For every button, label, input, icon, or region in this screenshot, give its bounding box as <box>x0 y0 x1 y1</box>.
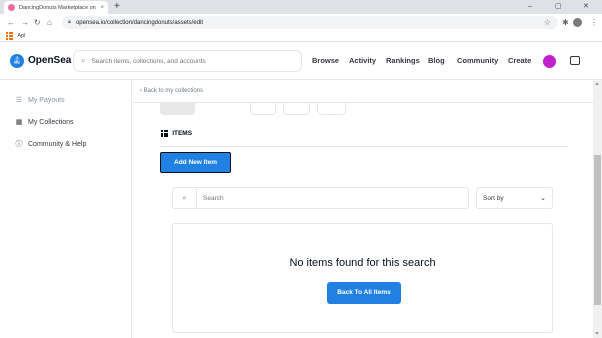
sidebar-item-label: Community & Help <box>28 140 87 148</box>
scroll-down-arrow-icon[interactable] <box>595 332 599 335</box>
sidebar-item-my-payouts[interactable]: ☰ My Payouts <box>15 96 65 105</box>
wallet-icon[interactable] <box>570 56 580 65</box>
info-icon: ⓘ <box>15 141 23 148</box>
nav-browse[interactable]: Browse <box>312 56 339 66</box>
minimize-button[interactable]: – <box>528 1 532 13</box>
search-icon: ⌕ <box>173 188 197 208</box>
maximize-button[interactable]: ▢ <box>555 1 562 13</box>
forward-arrow-icon[interactable]: → <box>21 16 29 29</box>
browser-tab-strip: DancingDonuts Marketplace on × + – ▢ ✕ <box>0 0 602 14</box>
brand-name[interactable]: OpenSea <box>28 54 71 68</box>
back-to-collections-link[interactable]: ‹ Back to my collections <box>140 88 203 94</box>
action-button-partial[interactable] <box>283 103 310 115</box>
reload-icon[interactable]: ↻ <box>34 16 41 29</box>
home-icon[interactable]: ⌂ <box>47 16 52 29</box>
action-button-partial[interactable] <box>250 103 276 115</box>
collection-banner-edge <box>160 103 195 115</box>
new-tab-button[interactable]: + <box>114 1 120 13</box>
divider <box>133 102 593 103</box>
action-button-partial[interactable] <box>317 103 346 115</box>
add-new-item-button[interactable]: Add New Item <box>160 152 231 173</box>
collections-icon: ▦ <box>15 119 23 126</box>
nav-create[interactable]: Create <box>508 56 531 66</box>
sort-label: Sort by <box>483 194 504 202</box>
scroll-up-arrow-icon[interactable] <box>595 82 599 85</box>
back-link-label: Back to my collections <box>143 88 204 94</box>
lock-icon: 🔒︎ <box>68 19 71 25</box>
tab-close-icon[interactable]: × <box>100 5 104 11</box>
items-search-input[interactable] <box>203 194 453 202</box>
sidebar-item-label: My Payouts <box>28 96 65 104</box>
sidebar: ☰ My Payouts ▦ My Collections ⓘ Communit… <box>0 80 132 338</box>
empty-state-panel: No items found for this search Back To A… <box>172 223 553 333</box>
items-label: ITEMS <box>172 130 193 138</box>
address-bar[interactable]: 🔒︎ opensea.io/collection/dancingdonuts/a… <box>62 16 558 29</box>
empty-message: No items found for this search <box>289 257 436 269</box>
sidebar-item-label: My Collections <box>28 118 74 126</box>
page-scrollbar[interactable] <box>593 80 602 338</box>
nav-rankings[interactable]: Rankings <box>386 56 420 66</box>
tab-favicon-icon <box>8 4 15 11</box>
apps-grid-icon <box>6 32 14 40</box>
chevron-down-icon: ⌄ <box>540 195 546 202</box>
items-search[interactable]: ⌕ <box>172 187 469 209</box>
bookmarks-bar: Apl <box>0 31 602 42</box>
sort-by-dropdown[interactable]: Sort by ⌄ <box>476 187 553 209</box>
bookmark-apps[interactable]: Apl <box>17 33 25 39</box>
browser-toolbar: ← → ↻ ⌂ 🔒︎ opensea.io/collection/dancing… <box>0 14 602 31</box>
back-to-all-items-button[interactable]: Back To All Items <box>327 282 401 304</box>
grid-icon <box>161 130 169 138</box>
scroll-thumb[interactable] <box>594 155 601 305</box>
sidebar-item-my-collections[interactable]: ▦ My Collections <box>15 118 74 127</box>
search-icon: ⌕ <box>81 56 86 65</box>
list-icon: ☰ <box>15 97 23 104</box>
main-content: ‹ Back to my collections ITEMS Add New I… <box>133 80 593 338</box>
header-search-input[interactable] <box>91 57 282 65</box>
browser-tab[interactable]: DancingDonuts Marketplace on × <box>4 1 108 14</box>
site-header: ⛵︎ OpenSea ⌕ Browse Activity Rankings Bl… <box>0 43 602 80</box>
user-avatar[interactable] <box>543 55 556 68</box>
nav-blog[interactable]: Blog <box>428 56 445 66</box>
url-text: opensea.io/collection/dancingdonuts/asse… <box>75 19 204 26</box>
nav-activity[interactable]: Activity <box>349 56 376 66</box>
divider <box>160 146 568 147</box>
back-arrow-icon[interactable]: ← <box>7 16 15 29</box>
chrome-menu-icon[interactable]: ⋮ <box>590 17 598 28</box>
close-window-button[interactable]: ✕ <box>583 1 589 13</box>
browser-profile-avatar[interactable] <box>573 18 582 27</box>
tab-title: DancingDonuts Marketplace on <box>19 4 96 11</box>
extensions-icon[interactable]: ✱ <box>562 17 569 28</box>
header-search[interactable]: ⌕ <box>73 50 302 72</box>
sidebar-item-community-help[interactable]: ⓘ Community & Help <box>15 139 87 149</box>
bookmark-star-icon[interactable]: ☆ <box>544 16 551 29</box>
nav-community[interactable]: Community <box>457 56 498 66</box>
items-section-title: ITEMS <box>161 130 193 138</box>
opensea-logo-icon[interactable]: ⛵︎ <box>10 54 24 68</box>
